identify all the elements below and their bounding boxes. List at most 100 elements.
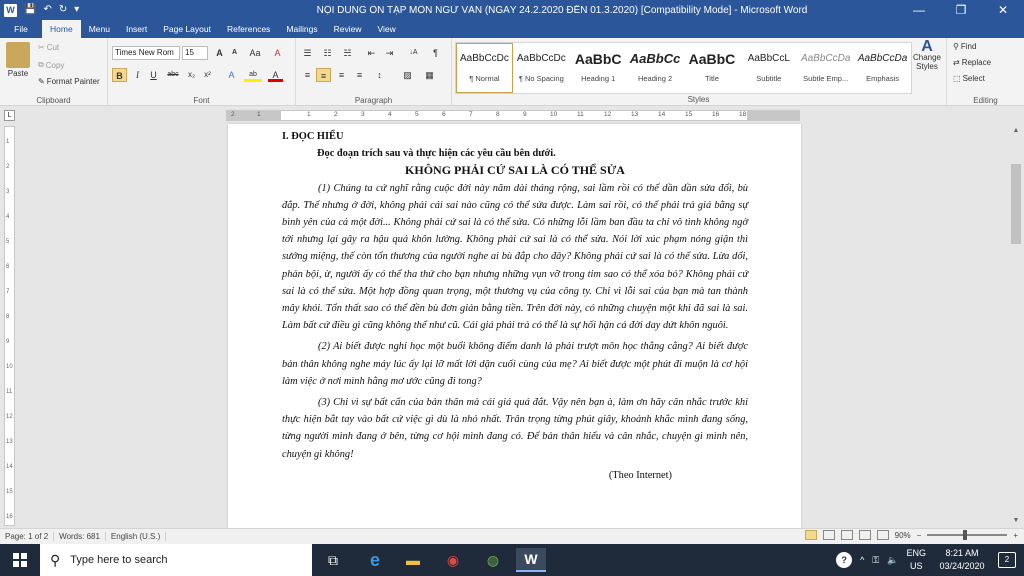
edge-icon[interactable]: e [360, 548, 390, 572]
superscript-button[interactable]: x² [200, 68, 215, 82]
text-effects-button[interactable]: A [224, 68, 239, 82]
chrome-icon[interactable]: ◉ [438, 548, 468, 572]
word-taskbar-icon[interactable]: W [516, 548, 546, 572]
tab-view[interactable]: View [369, 20, 403, 38]
font-size-select[interactable]: 15 [182, 46, 208, 60]
select-button[interactable]: ⬚ Select [953, 74, 985, 83]
style-name: Emphasis [866, 74, 900, 83]
zoom-slider-thumb[interactable] [963, 530, 968, 540]
replace-button[interactable]: ⇄ Replace [953, 58, 991, 67]
word-count[interactable]: Words: 681 [54, 532, 106, 541]
find-button[interactable]: ⚲ Find [953, 42, 976, 51]
print-layout-icon[interactable] [804, 530, 817, 540]
style-normal[interactable]: AaBbCcDc ¶ Normal [456, 43, 513, 93]
zoom-out-button[interactable]: − [917, 531, 922, 540]
increase-indent-icon[interactable]: ⇥ [382, 46, 397, 60]
style-heading-1[interactable]: AaBbC Heading 1 [570, 43, 627, 93]
redo-icon[interactable]: ↻ [59, 4, 67, 16]
zoom-slider[interactable] [927, 530, 1008, 540]
align-right-icon[interactable]: ≡ [334, 68, 349, 82]
language-indicator[interactable]: English (U.S.) [106, 532, 167, 541]
line-spacing-icon[interactable]: ↕ [372, 68, 387, 82]
show-marks-icon[interactable]: ¶ [428, 46, 443, 60]
style-title[interactable]: AaBbC Title [684, 43, 741, 93]
volume-icon[interactable]: 🔈 [887, 555, 898, 566]
style-no-spacing[interactable]: AaBbCcDc ¶ No Spacing [513, 43, 570, 93]
tab-page-layout[interactable]: Page Layout [155, 20, 219, 38]
change-case-button[interactable]: Aa [246, 46, 264, 60]
scroll-thumb[interactable] [1011, 164, 1021, 244]
start-button[interactable] [0, 544, 40, 576]
zoom-level[interactable]: 90% [895, 531, 911, 540]
multilevel-list-icon[interactable]: ☵ [340, 46, 355, 60]
decrease-indent-icon[interactable]: ⇤ [364, 46, 379, 60]
document-body[interactable]: I. ĐỌC HIỂU Đọc đoạn trích sau và thực h… [282, 128, 748, 484]
change-styles-button[interactable]: A Change Styles [912, 39, 942, 72]
strikethrough-button[interactable]: abc [164, 68, 182, 82]
bullets-icon[interactable]: ☰ [300, 46, 315, 60]
copy-button[interactable]: ⧉ Copy [38, 60, 64, 70]
scroll-down-icon[interactable]: ▼ [1008, 514, 1024, 528]
file-explorer-icon[interactable]: ▬ [398, 548, 428, 572]
minimize-button[interactable]: — [898, 0, 940, 20]
tab-home[interactable]: Home [42, 20, 81, 38]
horizontal-ruler[interactable]: 2 1 1 2 3 4 5 6 7 8 9 10 11 12 13 14 15 16 18 [226, 110, 800, 121]
scroll-up-icon[interactable]: ▲ [1008, 124, 1024, 138]
sort-icon[interactable]: ↓A [406, 46, 421, 60]
tab-mailings[interactable]: Mailings [278, 20, 325, 38]
shading-icon[interactable]: ▨ [400, 68, 415, 82]
tab-file[interactable]: File [0, 20, 42, 38]
align-center-icon[interactable]: ≡ [316, 68, 331, 82]
full-screen-reading-icon[interactable] [822, 530, 835, 540]
page-count[interactable]: Page: 1 of 2 [0, 532, 55, 541]
align-left-icon[interactable]: ≡ [300, 68, 315, 82]
draft-icon[interactable] [876, 530, 889, 540]
outline-icon[interactable] [858, 530, 871, 540]
tray-overflow-icon[interactable]: ^ [860, 555, 864, 565]
customize-qa-icon[interactable]: ▾ [74, 4, 79, 16]
highlight-button[interactable]: ab [244, 68, 262, 82]
undo-icon[interactable]: ↶ [43, 4, 51, 16]
tab-insert[interactable]: Insert [118, 20, 155, 38]
paste-button[interactable]: Paste [6, 42, 30, 78]
notification-center-icon[interactable]: 2 [998, 552, 1016, 568]
green-app-icon[interactable]: ◍ [478, 548, 508, 572]
format-painter-button[interactable]: ✎ Format Painter [38, 77, 100, 86]
tab-references[interactable]: References [219, 20, 278, 38]
tab-menu[interactable]: Menu [81, 20, 118, 38]
zoom-in-button[interactable]: + [1013, 531, 1018, 540]
cut-button[interactable]: ✂ Cut [38, 43, 59, 52]
justify-icon[interactable]: ≡ [352, 68, 367, 82]
tab-review[interactable]: Review [326, 20, 370, 38]
italic-button[interactable]: I [130, 68, 145, 82]
tab-selector[interactable]: L [4, 110, 15, 121]
grow-font-button[interactable]: A [212, 46, 227, 60]
task-view-icon[interactable]: ⧉ [318, 548, 348, 572]
save-icon[interactable]: 💾 [24, 4, 36, 16]
help-icon[interactable]: ? [836, 552, 853, 568]
subscript-button[interactable]: x₂ [184, 68, 199, 82]
document-page[interactable]: I. ĐỌC HIỂU Đọc đoạn trích sau và thực h… [228, 124, 801, 528]
input-language[interactable]: ENG US [906, 547, 926, 573]
borders-icon[interactable]: ▦ [422, 68, 437, 82]
font-family-select[interactable]: Times New Rom [112, 46, 180, 60]
web-layout-icon[interactable] [840, 530, 853, 540]
shrink-font-button[interactable]: A [227, 46, 242, 60]
taskbar-search[interactable]: ⚲ Type here to search [40, 544, 312, 576]
language-code: ENG [906, 548, 926, 558]
numbering-icon[interactable]: ☷ [320, 46, 335, 60]
underline-button[interactable]: U [146, 68, 161, 82]
bold-button[interactable]: B [112, 68, 127, 82]
restore-button[interactable]: ❐ [940, 0, 982, 20]
close-button[interactable]: ✕ [982, 0, 1024, 20]
style-heading-2[interactable]: AaBbCc Heading 2 [627, 43, 684, 93]
style-subtitle[interactable]: AaBbCcL Subtitle [740, 43, 797, 93]
network-icon[interactable]: ⚿ [872, 555, 879, 566]
clear-formatting-button[interactable]: A [270, 46, 285, 60]
vertical-scrollbar[interactable]: ▲ ▼ [1008, 124, 1024, 528]
vertical-ruler[interactable]: 1 2 3 4 5 6 7 8 9 10 11 12 13 14 15 16 [4, 126, 15, 526]
font-color-button[interactable]: A [268, 68, 283, 82]
style-emphasis[interactable]: AaBbCcDa Emphasis [854, 43, 911, 93]
clock[interactable]: 8:21 AM 03/24/2020 [934, 547, 990, 573]
style-subtle-emphasis[interactable]: AaBbCcDa Subtle Emp... [797, 43, 854, 93]
